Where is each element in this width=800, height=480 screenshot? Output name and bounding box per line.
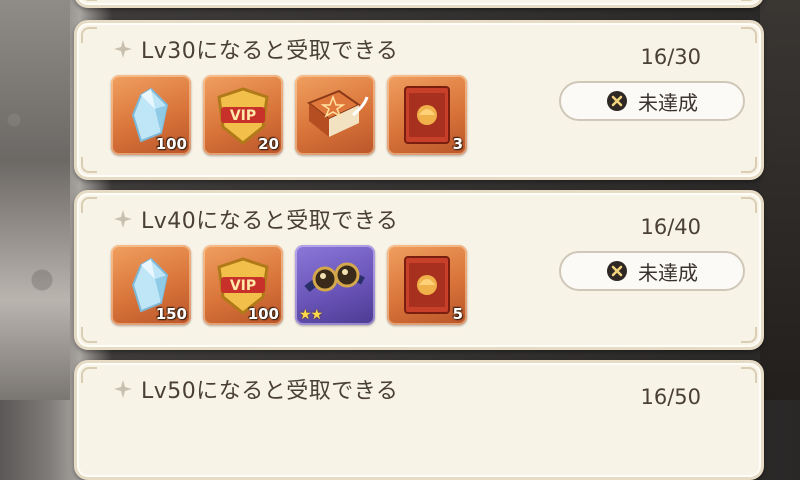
background-stone-pillar (0, 0, 70, 400)
reward-quantity: 100 (247, 305, 279, 323)
mission-progress: 16/50 (640, 385, 701, 409)
reward-item-crystal[interactable]: 100 (111, 75, 191, 155)
reward-item-scroll[interactable]: 3 (387, 75, 467, 155)
mission-title: Lv30になると受取できる (113, 33, 398, 65)
reward-quantity: 5 (452, 305, 463, 323)
spellbook-icon (307, 89, 369, 137)
reward-quantity: 20 (258, 135, 279, 153)
status-button[interactable]: 未達成 (559, 81, 745, 121)
mission-card: Lv50になると受取できる 16/50 (74, 360, 764, 480)
reward-item-scroll[interactable]: 5 (387, 245, 467, 325)
mission-progress: 16/30 (640, 45, 701, 69)
svg-text:VIP: VIP (230, 278, 256, 294)
status-label: 未達成 (638, 260, 698, 285)
status-label: 未達成 (638, 90, 698, 115)
rarity-stars: ★★ (299, 307, 323, 323)
reward-list: 150 VIP 100 ★★ 5 (111, 245, 467, 325)
reward-item-spellbook[interactable] (295, 75, 375, 155)
reward-quantity: 100 (155, 135, 187, 153)
close-circle-icon (607, 91, 627, 111)
reward-item-goggles[interactable]: ★★ (295, 245, 375, 325)
mission-progress: 16/40 (640, 215, 701, 239)
reward-item-vip[interactable]: VIP 100 (203, 245, 283, 325)
sparkle-icon (114, 210, 132, 228)
reward-quantity: 3 (452, 135, 463, 153)
close-circle-icon (607, 261, 627, 281)
sparkle-icon (114, 380, 132, 398)
mission-card-previous (74, 0, 764, 8)
reward-list: 100 VIP 20 3 (111, 75, 467, 155)
mission-title: Lv50になると受取できる (113, 373, 398, 405)
svg-text:VIP: VIP (230, 108, 256, 124)
reward-item-vip[interactable]: VIP 20 (203, 75, 283, 155)
sparkle-icon (114, 40, 132, 58)
reward-quantity: 150 (155, 305, 187, 323)
mission-card: Lv30になると受取できる 16/30 未達成 100 VIP 20 3 (74, 20, 764, 180)
status-button[interactable]: 未達成 (559, 251, 745, 291)
reward-item-crystal[interactable]: 150 (111, 245, 191, 325)
background-dark-edge (760, 0, 800, 400)
mission-title: Lv40になると受取できる (113, 203, 398, 235)
mission-card: Lv40になると受取できる 16/40 未達成 150 VIP 100 ★★ 5 (74, 190, 764, 350)
